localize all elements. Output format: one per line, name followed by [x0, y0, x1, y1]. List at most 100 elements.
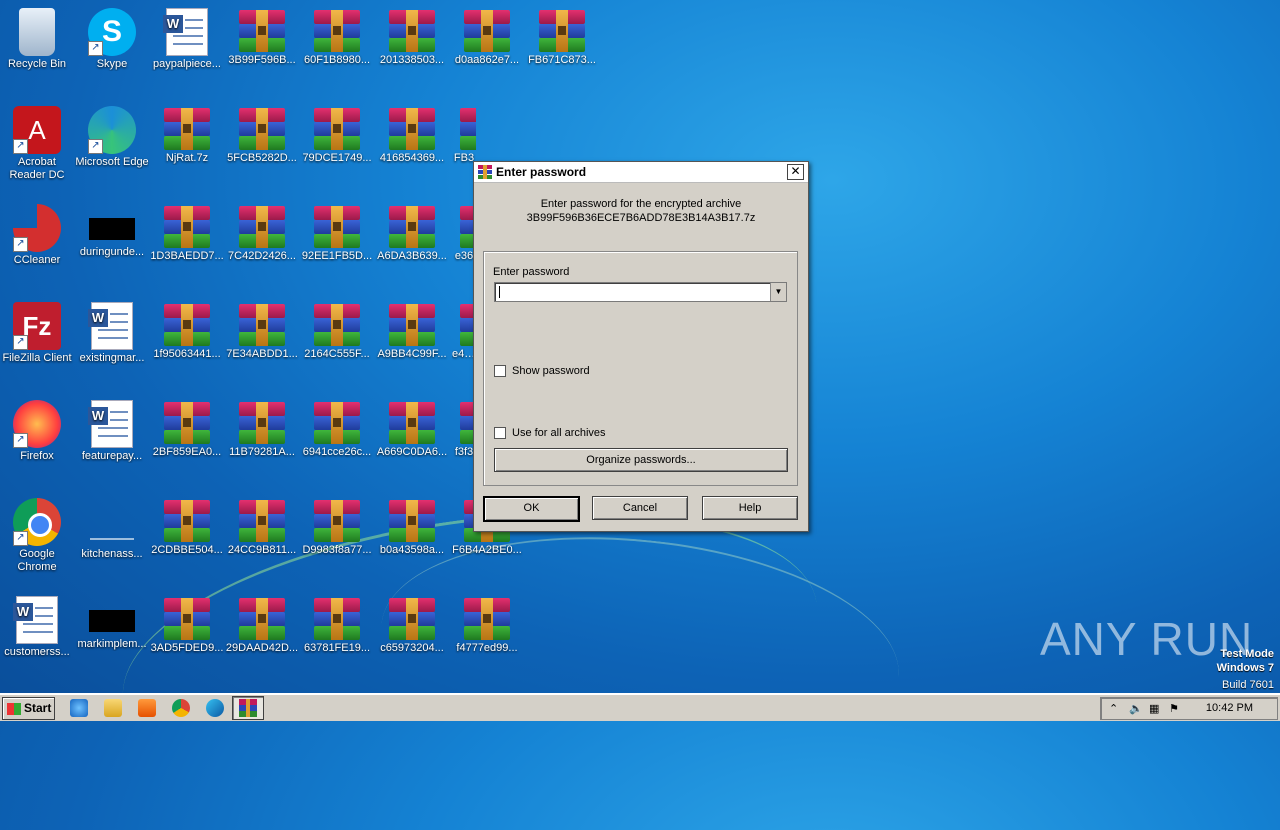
desktop-icon[interactable]: A ↗ Acrobat Reader DC [0, 100, 74, 190]
explorer-icon[interactable] [104, 699, 122, 717]
desktop-icon-label: A9BB4C99F... [377, 348, 447, 360]
winrar-archive-icon [239, 402, 285, 444]
desktop-icon[interactable]: A9BB4C99F... [375, 296, 449, 386]
desktop-icon[interactable]: D9983f8a77... [300, 492, 374, 582]
winrar-archive-icon [314, 500, 360, 542]
start-button[interactable]: Start [2, 697, 55, 720]
network-icon[interactable]: ▦ [1149, 702, 1159, 715]
desktop-icon[interactable]: b0a43598a... [375, 492, 449, 582]
chrome-icon[interactable] [172, 699, 190, 717]
shortcut-arrow-icon: ↗ [88, 139, 103, 154]
desktop-icon[interactable]: S ↗ Skype [75, 2, 149, 92]
edge-icon: ↗ [88, 106, 136, 154]
dialog-titlebar[interactable]: Enter password ✕ [474, 162, 808, 183]
winrar-taskbar-button[interactable] [232, 696, 264, 720]
desktop-icon[interactable]: 24CC9B811... [225, 492, 299, 582]
word-doc-icon: W [88, 400, 133, 448]
internet-explorer-icon[interactable] [70, 699, 88, 717]
desktop-icon-label: f4777ed99... [456, 642, 518, 654]
desktop-icon[interactable]: duringunde... [75, 198, 149, 288]
desktop-icon[interactable]: 3AD5FDED9... [150, 590, 224, 680]
os-label: Windows 7 [1216, 662, 1274, 674]
volume-icon[interactable]: 🔈 [1129, 702, 1143, 715]
winrar-archive-icon [460, 108, 476, 150]
desktop-icon[interactable]: 11B79281A... [225, 394, 299, 484]
desktop-icon[interactable]: 2CDBBE504... [150, 492, 224, 582]
desktop-icon[interactable]: d0aa862e7... [450, 2, 524, 92]
desktop-icon[interactable]: 3B99F596B... [225, 2, 299, 92]
show-password-checkbox[interactable]: Show password [494, 365, 590, 377]
desktop-icon[interactable]: 7C42D2426... [225, 198, 299, 288]
help-button[interactable]: Help [702, 496, 798, 520]
desktop-icon-label: Firefox [20, 450, 54, 462]
filezilla-icon: Fz ↗ [13, 302, 61, 350]
desktop-icon[interactable]: 2164C555F... [300, 296, 374, 386]
winrar-archive-icon [314, 206, 360, 248]
desktop-icon[interactable]: 6941cce26c... [300, 394, 374, 484]
desktop-icon[interactable]: Wpaypalpiece... [150, 2, 224, 92]
close-icon[interactable]: ✕ [787, 164, 804, 180]
desktop-icon[interactable]: c65973204... [375, 590, 449, 680]
desktop-icon[interactable]: 79DCE1749... [300, 100, 374, 190]
desktop-icon[interactable]: 2BF859EA0... [150, 394, 224, 484]
desktop-icon[interactable]: Wfeaturepay... [75, 394, 149, 484]
clock[interactable]: 10:42 PM [1206, 702, 1253, 714]
desktop-icon[interactable]: 416854369... [375, 100, 449, 190]
desktop-icon[interactable]: Fz ↗ FileZilla Client [0, 296, 74, 386]
winrar-archive-icon [239, 304, 285, 346]
chevron-down-icon[interactable]: ▼ [770, 283, 786, 301]
desktop-icon-label: 24CC9B811... [227, 544, 297, 556]
winrar-archive-icon [464, 10, 510, 52]
desktop-icon[interactable]: Recycle Bin [0, 2, 74, 92]
desktop-icon-label: 7C42D2426... [228, 250, 296, 262]
dialog-title: Enter password [496, 165, 587, 179]
desktop-icon[interactable]: FB671C873... [525, 2, 599, 92]
desktop-icon[interactable]: 5FCB5282D... [225, 100, 299, 190]
action-center-flag-icon[interactable]: ⚑ [1169, 702, 1179, 715]
password-input[interactable]: ▼ [494, 282, 787, 302]
word-doc-icon: W [88, 302, 133, 350]
desktop-icon[interactable]: ↗ Google Chrome [0, 492, 74, 582]
desktop-icon[interactable]: A669C0DA6... [375, 394, 449, 484]
desktop-icon[interactable]: ↗ Microsoft Edge [75, 100, 149, 190]
desktop-icon[interactable]: A6DA3B639... [375, 198, 449, 288]
desktop-icon[interactable]: 92EE1FB5D... [300, 198, 374, 288]
winrar-archive-icon [239, 108, 285, 150]
show-hidden-icons-icon[interactable]: ⌃ [1109, 702, 1118, 715]
blank-file-icon [88, 498, 136, 546]
desktop-icon[interactable]: f4777ed99... [450, 590, 524, 680]
show-password-label: Show password [512, 365, 590, 377]
winrar-archive-icon [464, 598, 510, 640]
desktop-icon[interactable]: 7E34ABDD1... [225, 296, 299, 386]
ok-button[interactable]: OK [483, 496, 580, 522]
use-for-all-archives-checkbox[interactable]: Use for all archives [494, 427, 606, 439]
edge-icon[interactable] [206, 699, 224, 717]
shortcut-arrow-icon: ↗ [13, 531, 28, 546]
winrar-archive-icon [239, 10, 285, 52]
cancel-button[interactable]: Cancel [592, 496, 688, 520]
desktop-icon[interactable]: 1f95063441... [150, 296, 224, 386]
desktop-icon[interactable]: 63781FE19... [300, 590, 374, 680]
desktop-icon[interactable]: kitchenass... [75, 492, 149, 582]
desktop-icon[interactable]: ↗ CCleaner [0, 198, 74, 288]
desktop-icon[interactable]: markimplem... [75, 590, 149, 680]
windows-logo-icon [7, 702, 21, 715]
checkbox-box[interactable] [494, 365, 506, 377]
desktop-icon[interactable]: Wcustomerss... [0, 590, 74, 680]
desktop-icon-label: existingmar... [79, 352, 145, 364]
desktop-icon[interactable]: Wexistingmar... [75, 296, 149, 386]
desktop-icon[interactable]: NjRat.7z [150, 100, 224, 190]
desktop-icon[interactable]: ↗ Firefox [0, 394, 74, 484]
desktop-icon[interactable]: 29DAAD42D... [225, 590, 299, 680]
organize-passwords-button[interactable]: Organize passwords... [494, 448, 788, 472]
desktop-icon[interactable]: 60F1B8980... [300, 2, 374, 92]
checkbox-box[interactable] [494, 427, 506, 439]
archive-name: 3B99F596B36ECE7B6ADD78E3B14A3B17.7z [526, 212, 756, 224]
desktop-icon-label: D9983f8a77... [302, 544, 372, 556]
media-player-icon[interactable] [138, 699, 156, 717]
winrar-archive-icon [389, 402, 435, 444]
desktop-icon[interactable]: 1D3BAEDD7... [150, 198, 224, 288]
desktop-icon-label: b0a43598a... [379, 544, 445, 556]
desktop-icon[interactable]: 201338503... [375, 2, 449, 92]
winrar-archive-icon [389, 500, 435, 542]
